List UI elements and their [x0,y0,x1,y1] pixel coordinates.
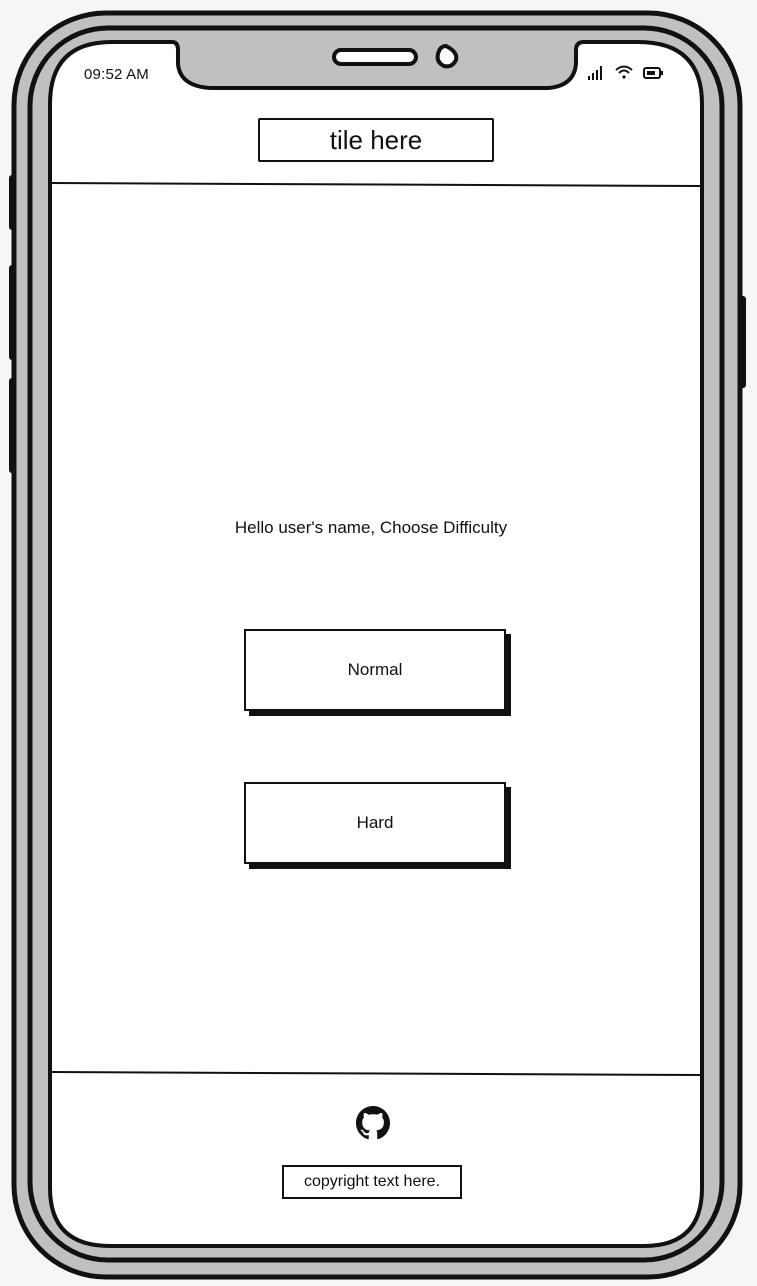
github-icon[interactable] [356,1106,390,1140]
battery-icon [643,67,663,79]
status-time: 09:52 AM [84,66,149,83]
signal-icon [588,66,602,80]
hard-button-label: Hard [356,813,394,832]
wifi-icon [615,65,633,79]
page-title: tile here [258,118,494,162]
greeting-text: Hello user's name, Choose Difficulty [234,518,508,537]
status-icons [588,65,663,80]
normal-difficulty-button[interactable]: Normal [244,629,506,711]
copyright-text: copyright text here. [282,1165,462,1199]
normal-button-label: Normal [347,660,403,679]
phone-mockup: 09:52 AM tile here Hello user's name, Ch… [0,0,757,1286]
hard-difficulty-button[interactable]: Hard [244,782,506,864]
